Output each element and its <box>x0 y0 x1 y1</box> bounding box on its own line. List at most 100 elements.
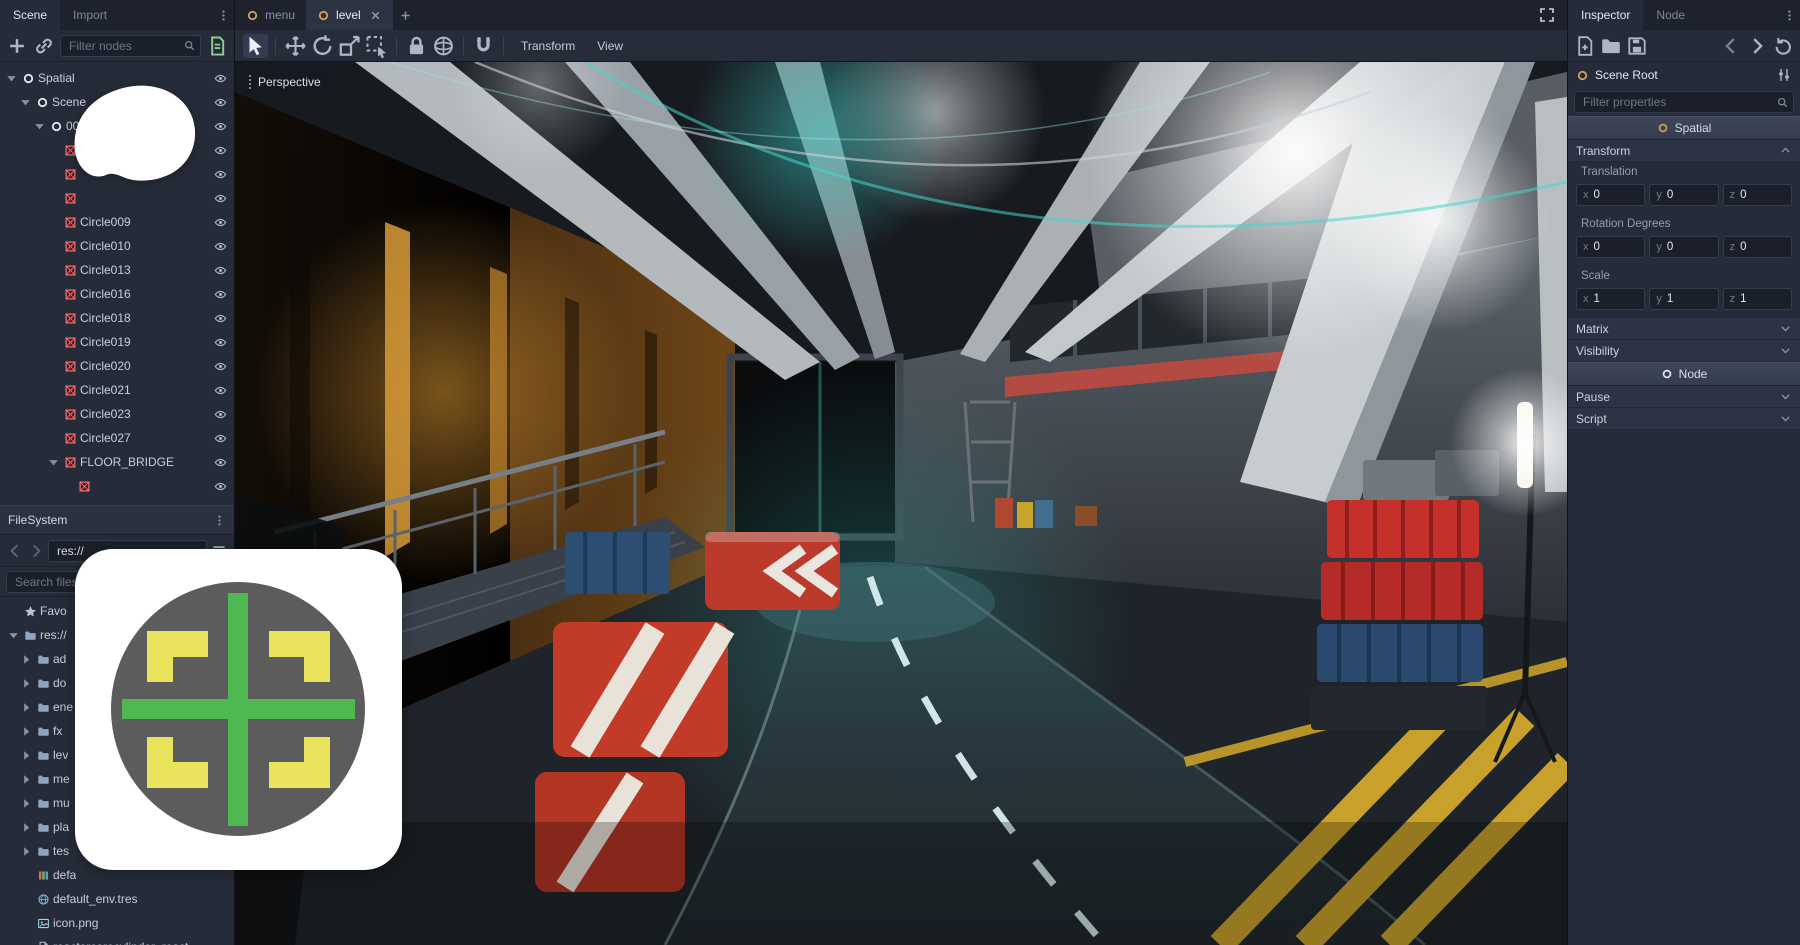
scene-tree-item[interactable]: Circle019 <box>0 330 234 354</box>
expander-icon[interactable] <box>18 95 33 110</box>
search-files-input[interactable] <box>6 571 228 593</box>
fs-back-icon[interactable] <box>6 542 24 560</box>
expander-icon[interactable] <box>6 628 21 643</box>
load-resource-icon[interactable] <box>1600 35 1622 57</box>
fs-display-mode-icon[interactable] <box>210 542 228 560</box>
attach-script-icon[interactable] <box>206 35 228 57</box>
section-pause[interactable]: Pause <box>1568 386 1800 408</box>
new-resource-icon[interactable] <box>1574 35 1596 57</box>
rotation-x-field[interactable]: x 0 <box>1576 236 1645 258</box>
filesystem-item[interactable]: fx <box>0 719 234 743</box>
visibility-eye-icon[interactable] <box>214 384 227 397</box>
scene-tree[interactable]: SpatialScene00Circle009Circle010Circle01… <box>0 62 234 505</box>
visibility-eye-icon[interactable] <box>214 456 227 469</box>
scene-tree-item[interactable] <box>0 162 234 186</box>
section-matrix[interactable]: Matrix <box>1568 318 1800 340</box>
scene-tree-item[interactable]: Circle027 <box>0 426 234 450</box>
scene-tree-item[interactable]: Circle016 <box>0 282 234 306</box>
scene-tree-item[interactable]: Circle023 <box>0 402 234 426</box>
scene-tree-item[interactable]: FLOOR_BRIDGE <box>0 450 234 474</box>
scene-tree-item[interactable] <box>0 138 234 162</box>
section-script[interactable]: Script <box>1568 408 1800 430</box>
save-resource-icon[interactable] <box>1626 35 1648 57</box>
expander-icon[interactable] <box>19 652 34 667</box>
filesystem-item[interactable]: icon.png <box>0 911 234 935</box>
section-transform[interactable]: Transform <box>1568 140 1800 162</box>
tab-node[interactable]: Node <box>1643 0 1698 30</box>
translation-z-field[interactable]: z 0 <box>1723 184 1792 206</box>
scene-tab-level[interactable]: level <box>306 0 393 30</box>
tab-inspector[interactable]: Inspector <box>1568 0 1643 30</box>
filesystem-item[interactable]: do <box>0 671 234 695</box>
scene-tree-item[interactable]: Scene <box>0 90 234 114</box>
scene-tree-item[interactable]: Circle013 <box>0 258 234 282</box>
filesystem-item[interactable]: ene <box>0 695 234 719</box>
scene-tree-item[interactable]: Spatial <box>0 66 234 90</box>
scale-x-field[interactable]: x 1 <box>1576 288 1645 310</box>
filesystem-item[interactable]: default_env.tres <box>0 887 234 911</box>
inspector-menu-icon[interactable] <box>1783 9 1796 22</box>
snap-toggle-icon[interactable] <box>471 34 496 58</box>
expander-icon[interactable] <box>19 820 34 835</box>
visibility-eye-icon[interactable] <box>214 96 227 109</box>
list-select-tool-icon[interactable] <box>364 34 389 58</box>
scene-tree-item[interactable]: Circle009 <box>0 210 234 234</box>
lock-node-icon[interactable] <box>404 34 429 58</box>
rotation-z-field[interactable]: z 0 <box>1723 236 1792 258</box>
filesystem-tree[interactable]: Favores://addoenefxlevmemuplatesdefadefa… <box>0 597 234 945</box>
visibility-eye-icon[interactable] <box>214 432 227 445</box>
move-tool-icon[interactable] <box>283 34 308 58</box>
rotate-tool-icon[interactable] <box>310 34 335 58</box>
visibility-eye-icon[interactable] <box>214 480 227 493</box>
close-tab-icon[interactable] <box>369 9 382 22</box>
rotation-y-field[interactable]: y 0 <box>1649 236 1718 258</box>
visibility-eye-icon[interactable] <box>214 144 227 157</box>
filesystem-item[interactable]: ad <box>0 647 234 671</box>
scale-z-field[interactable]: z 1 <box>1723 288 1792 310</box>
visibility-eye-icon[interactable] <box>214 120 227 133</box>
visibility-eye-icon[interactable] <box>214 408 227 421</box>
tab-scene[interactable]: Scene <box>0 0 60 30</box>
expander-icon[interactable] <box>19 676 34 691</box>
history-forward-icon[interactable] <box>1746 35 1768 57</box>
expander-icon[interactable] <box>46 455 61 470</box>
filesystem-item[interactable]: pla <box>0 815 234 839</box>
expander-icon[interactable] <box>19 844 34 859</box>
filesystem-item[interactable]: lev <box>0 743 234 767</box>
scale-y-field[interactable]: y 1 <box>1649 288 1718 310</box>
scene-tree-item[interactable]: Circle018 <box>0 306 234 330</box>
filter-properties-input[interactable] <box>1574 91 1794 113</box>
add-node-button[interactable] <box>6 35 28 57</box>
visibility-eye-icon[interactable] <box>214 288 227 301</box>
fs-path-field[interactable]: res:// <box>48 540 207 562</box>
expander-icon[interactable] <box>19 796 34 811</box>
scene-tree-item[interactable]: Circle021 <box>0 378 234 402</box>
visibility-eye-icon[interactable] <box>214 240 227 253</box>
perspective-menu-button[interactable]: Perspective <box>243 70 331 94</box>
scene-tree-item[interactable]: Circle020 <box>0 354 234 378</box>
group-node-icon[interactable] <box>431 34 456 58</box>
filesystem-item[interactable]: Favo <box>0 599 234 623</box>
expander-icon[interactable] <box>19 700 34 715</box>
instance-scene-button[interactable] <box>33 35 55 57</box>
expander-icon[interactable] <box>19 772 34 787</box>
scene-tree-item[interactable] <box>0 186 234 210</box>
view-menu[interactable]: View <box>587 34 633 58</box>
expander-icon[interactable] <box>4 71 19 86</box>
scene-tree-item[interactable]: 00 <box>0 114 234 138</box>
dock-menu-icon[interactable] <box>217 9 230 22</box>
scene-tree-item[interactable] <box>0 474 234 498</box>
node-tools-icon[interactable] <box>1776 67 1792 83</box>
object-history-icon[interactable] <box>1772 35 1794 57</box>
filesystem-header[interactable]: FileSystem <box>0 505 234 535</box>
section-visibility[interactable]: Visibility <box>1568 340 1800 362</box>
filesystem-item[interactable]: tes <box>0 839 234 863</box>
visibility-eye-icon[interactable] <box>214 312 227 325</box>
filesystem-item[interactable]: reactorcorecylinder_react <box>0 935 234 945</box>
expander-icon[interactable] <box>19 724 34 739</box>
filter-nodes-input[interactable] <box>60 35 201 57</box>
visibility-eye-icon[interactable] <box>214 72 227 85</box>
new-scene-tab-button[interactable] <box>393 0 419 30</box>
transform-menu[interactable]: Transform <box>511 34 585 58</box>
scene-root-row[interactable]: Scene Root <box>1568 62 1800 88</box>
